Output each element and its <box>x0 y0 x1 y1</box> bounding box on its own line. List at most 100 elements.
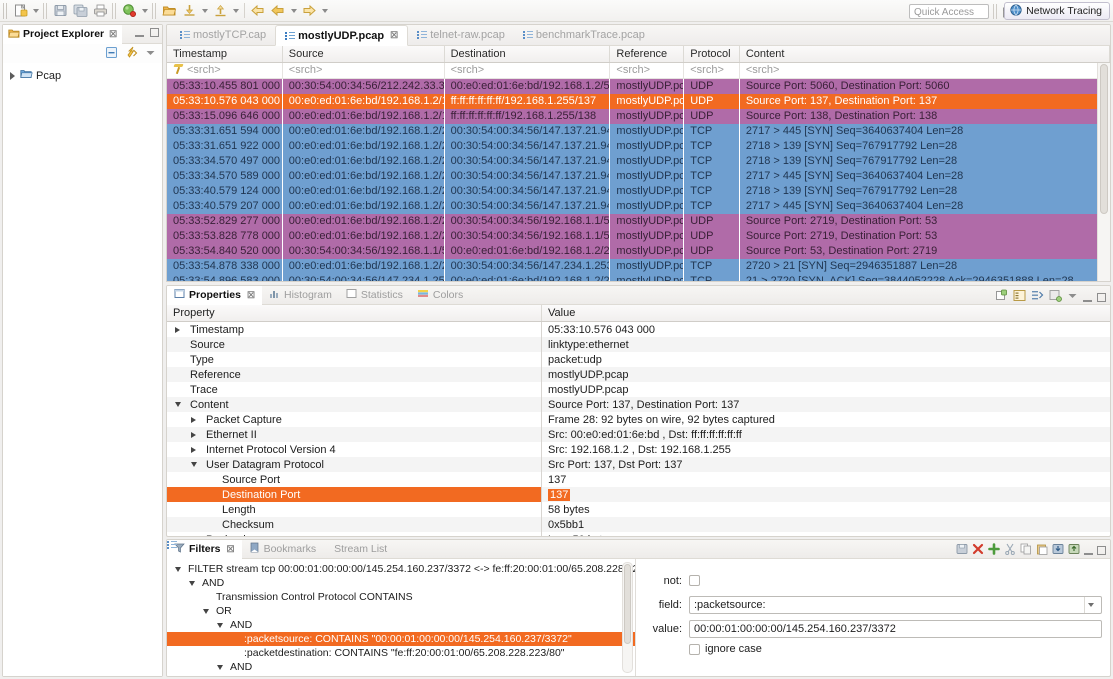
packet-cell-content[interactable]: 2717 > 445 [SYN] Seq=3640637404 Len=28 <box>739 199 1109 214</box>
scrollbar-thumb[interactable] <box>1100 64 1108 214</box>
packet-row[interactable]: 05:33:54.840 520 00000:30:54:00:34:56/19… <box>167 244 1110 259</box>
property-value-cell[interactable]: Src: 00:e0:ed:01:6e:bd , Dst: ff:ff:ff:f… <box>542 427 1110 442</box>
packet-cell-timestamp[interactable]: 05:33:52.829 277 000 <box>167 214 282 229</box>
packet-cell-source[interactable]: 00:e0:ed:01:6e:bd/192.168.1.2/2718 <box>282 154 444 169</box>
save-icon[interactable] <box>50 2 70 20</box>
editor-tab-mostlyUDP[interactable]: mostlyUDP.pcap ☒ <box>275 25 408 46</box>
property-value-cell[interactable]: mostlyUDP.pcap <box>542 367 1110 382</box>
view-menu-icon[interactable] <box>1067 290 1078 304</box>
property-row[interactable]: ContentSource Port: 137, Destination Por… <box>167 397 1110 412</box>
field-combo[interactable]: :packetsource: <box>689 596 1102 614</box>
chevron-right-icon[interactable] <box>8 71 17 80</box>
property-row[interactable]: Packet CaptureFrame 28: 92 bytes on wire… <box>167 412 1110 427</box>
property-value-cell[interactable]: linktype:ethernet <box>542 337 1110 352</box>
maximize-icon[interactable] <box>150 28 159 37</box>
packet-cell-protocol[interactable]: UDP <box>684 229 740 244</box>
packet-cell-source[interactable]: 00:30:54:00:34:56/192.168.1.1/53 <box>282 244 444 259</box>
packet-cell-timestamp[interactable]: 05:33:54.896 583 000 <box>167 274 282 282</box>
toolbar-grip[interactable] <box>3 3 8 19</box>
packet-cell-reference[interactable]: mostlyUDP.pcap <box>610 274 684 282</box>
import-filter-icon[interactable] <box>1052 543 1064 558</box>
property-row[interactable]: Internet Protocol Version 4Src: 192.168.… <box>167 442 1110 457</box>
packet-cell-protocol[interactable]: UDP <box>684 214 740 229</box>
minimize-icon[interactable] <box>1084 546 1093 555</box>
value-input[interactable]: 00:00:01:00:00:00/145.254.160.237/3372 <box>689 620 1102 638</box>
property-row[interactable]: Sourcelinktype:ethernet <box>167 337 1110 352</box>
print-icon[interactable] <box>90 2 110 20</box>
packet-cell-destination[interactable]: ff:ff:ff:ff:ff:ff/192.168.1.255/137 <box>444 94 610 109</box>
tab-histogram[interactable]: Histogram <box>262 286 339 305</box>
filter-tree-row[interactable]: :packetdestination: CONTAINS "fe:ff:20:0… <box>167 646 635 660</box>
quick-access-input[interactable]: Quick Access <box>909 4 989 19</box>
packet-cell-timestamp[interactable]: 05:33:54.840 520 000 <box>167 244 282 259</box>
chevron-down-icon[interactable] <box>215 621 224 630</box>
tab-statistics[interactable]: Statistics <box>339 286 410 305</box>
packet-cell-source[interactable]: 00:30:54:00:34:56/147.234.1.253/21 <box>282 274 444 282</box>
scrollbar-thumb[interactable] <box>624 564 631 644</box>
chevron-right-icon[interactable] <box>173 325 182 334</box>
collapse-all-icon[interactable] <box>105 46 118 62</box>
copy-icon[interactable] <box>1020 543 1032 558</box>
packet-cell-reference[interactable]: mostlyUDP.pcap <box>610 229 684 244</box>
search-cell-content[interactable]: <srch> <box>739 63 1109 79</box>
packet-cell-timestamp[interactable]: 05:33:31.651 922 000 <box>167 139 282 154</box>
packet-cell-protocol[interactable]: UDP <box>684 94 740 109</box>
search-cell-reference[interactable]: <srch> <box>610 63 684 79</box>
packet-cell-destination[interactable]: 00:30:54:00:34:56/147.137.21.94/445 <box>444 199 610 214</box>
packet-cell-protocol[interactable]: UDP <box>684 109 740 124</box>
show-advanced-icon[interactable] <box>1031 289 1044 305</box>
packet-cell-destination[interactable]: 00:30:54:00:34:56/147.234.1.253/21 <box>444 259 610 274</box>
ignore-case-checkbox[interactable] <box>689 644 700 655</box>
packet-row[interactable]: 05:33:54.878 338 00000:e0:ed:01:6e:bd/19… <box>167 259 1110 274</box>
export-icon[interactable] <box>210 2 230 20</box>
chevron-down-icon[interactable] <box>173 400 182 409</box>
property-value-cell[interactable]: 0x5bb1 <box>542 517 1110 532</box>
packet-cell-destination[interactable]: ff:ff:ff:ff:ff:ff/192.168.1.255/138 <box>444 109 610 124</box>
property-row[interactable]: Checksum0x5bb1 <box>167 517 1110 532</box>
packet-cell-timestamp[interactable]: 05:33:54.878 338 000 <box>167 259 282 274</box>
chevron-down-icon[interactable] <box>189 460 198 469</box>
minimize-icon[interactable] <box>1083 293 1092 302</box>
chevron-down-icon[interactable] <box>1084 597 1097 613</box>
close-icon[interactable]: ☒ <box>227 544 235 555</box>
packet-cell-destination[interactable]: 00:30:54:00:34:56/147.137.21.94/139 <box>444 154 610 169</box>
tree-item-pcap[interactable]: Pcap <box>3 67 162 84</box>
property-row[interactable]: User Datagram ProtocolSrc Port: 137, Dst… <box>167 457 1110 472</box>
filter-tree-row[interactable]: AND <box>167 618 635 632</box>
previous-dropdown-icon[interactable] <box>288 2 299 20</box>
column-header-protocol[interactable]: Protocol <box>684 46 740 62</box>
property-value-cell[interactable]: 58 bytes <box>542 502 1110 517</box>
run-icon[interactable] <box>119 2 139 20</box>
packet-cell-content[interactable]: 2720 > 21 [SYN] Seq=2946351887 Len=28 <box>739 259 1109 274</box>
filter-tree-row[interactable]: AND <box>167 660 635 674</box>
property-value-cell[interactable]: 137 <box>542 472 1110 487</box>
packet-cell-reference[interactable]: mostlyUDP.pcap <box>610 124 684 139</box>
pin-view-icon[interactable] <box>995 289 1008 305</box>
close-icon[interactable]: ☒ <box>247 290 255 301</box>
packet-cell-content[interactable]: 2717 > 445 [SYN] Seq=3640637404 Len=28 <box>739 124 1109 139</box>
chevron-right-icon[interactable] <box>189 430 198 439</box>
packet-cell-destination[interactable]: 00:30:54:00:34:56/192.168.1.1/53 <box>444 214 610 229</box>
filter-tree-row[interactable]: Transmission Control Protocol CONTAINS <box>167 590 635 604</box>
packet-row[interactable]: 05:33:40.579 207 00000:e0:ed:01:6e:bd/19… <box>167 199 1110 214</box>
packet-row[interactable]: 05:33:31.651 594 00000:e0:ed:01:6e:bd/19… <box>167 124 1110 139</box>
column-header-source[interactable]: Source <box>282 46 444 62</box>
packet-cell-source[interactable]: 00:e0:ed:01:6e:bd/192.168.1.2/2717 <box>282 169 444 184</box>
packet-row[interactable]: 05:33:34.570 589 00000:e0:ed:01:6e:bd/19… <box>167 169 1110 184</box>
packet-cell-source[interactable]: 00:e0:ed:01:6e:bd/192.168.1.2/2718 <box>282 139 444 154</box>
packet-cell-protocol[interactable]: UDP <box>684 79 740 94</box>
new-wizard-dropdown-icon[interactable] <box>30 2 41 20</box>
show-categories-icon[interactable] <box>1013 289 1026 305</box>
search-cell-destination[interactable]: <srch> <box>444 63 610 79</box>
packet-cell-content[interactable]: Source Port: 2719, Destination Port: 53 <box>739 214 1109 229</box>
packet-cell-protocol[interactable]: TCP <box>684 139 740 154</box>
property-row[interactable]: TracemostlyUDP.pcap <box>167 382 1110 397</box>
packet-search-row[interactable]: <srch><srch><srch><srch><srch><srch> <box>167 63 1110 79</box>
property-row[interactable]: Source Port137 <box>167 472 1110 487</box>
packet-cell-reference[interactable]: mostlyUDP.pcap <box>610 214 684 229</box>
packet-cell-source[interactable]: 00:e0:ed:01:6e:bd/192.168.1.2/2719 <box>282 214 444 229</box>
packet-cell-source[interactable]: 00:e0:ed:01:6e:bd/192.168.1.2/2717 <box>282 199 444 214</box>
back-icon[interactable] <box>248 2 268 20</box>
property-value-cell[interactable]: Source Port: 137, Destination Port: 137 <box>542 397 1110 412</box>
packet-cell-reference[interactable]: mostlyUDP.pcap <box>610 244 684 259</box>
